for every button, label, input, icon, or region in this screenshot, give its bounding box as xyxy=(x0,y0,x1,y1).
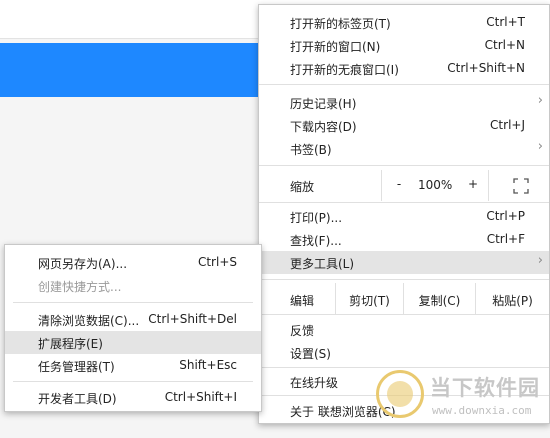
menu-separator xyxy=(259,165,549,166)
chevron-right-icon: › xyxy=(537,139,543,154)
menu-item-label: 打印(P)... xyxy=(290,211,343,225)
cut-label: 剪切(T) xyxy=(349,294,390,308)
menu-row-edit: 编辑 剪切(T) 复制(C) 粘贴(P) xyxy=(259,283,549,314)
menu-item-feedback[interactable]: 反馈 xyxy=(259,318,549,341)
menu-separator xyxy=(259,314,549,315)
menu-item-shortcut: Ctrl+F xyxy=(486,232,525,246)
more-tools-submenu: 网页另存为(A)... Ctrl+S 创建快捷方式... 清除浏览数据(C)..… xyxy=(4,244,262,412)
menu-item-label: 设置(S) xyxy=(290,347,331,361)
menu-item-shortcut: Ctrl+Shift+Del xyxy=(148,312,237,326)
menu-separator xyxy=(259,84,549,85)
menu-separator xyxy=(259,279,549,280)
menu-item-settings[interactable]: 设置(S) xyxy=(259,341,549,364)
menu-separator xyxy=(13,381,253,382)
chevron-right-icon: › xyxy=(537,93,543,108)
menu-item-print[interactable]: 打印(P)... Ctrl+P xyxy=(259,205,549,228)
menu-item-shortcut: Ctrl+T xyxy=(486,15,525,29)
menu-item-extensions[interactable]: 扩展程序(E) xyxy=(5,331,261,354)
zoom-level: 100% xyxy=(418,178,453,192)
menu-item-label: 在线升级 xyxy=(290,376,339,390)
copy-button[interactable]: 复制(C) xyxy=(403,283,475,314)
menu-item-new-incognito[interactable]: 打开新的无痕窗口(I) Ctrl+Shift+N xyxy=(259,57,549,80)
menu-separator xyxy=(13,302,253,303)
menu-item-save-page[interactable]: 网页另存为(A)... Ctrl+S xyxy=(5,251,261,274)
edit-label: 编辑 xyxy=(290,294,315,308)
copy-label: 复制(C) xyxy=(418,294,461,308)
menu-item-create-shortcut: 创建快捷方式... xyxy=(5,274,261,297)
zoom-label: 缩放 xyxy=(290,180,315,194)
menu-item-shortcut: Ctrl+S xyxy=(197,255,237,269)
cut-button[interactable]: 剪切(T) xyxy=(335,283,403,314)
menu-item-shortcut: Ctrl+J xyxy=(490,118,525,132)
paste-button[interactable]: 粘贴(P) xyxy=(475,283,549,314)
menu-row-zoom: 缩放 - 100% + xyxy=(259,170,549,201)
menu-item-clear-data[interactable]: 清除浏览数据(C)... Ctrl+Shift+Del xyxy=(5,308,261,331)
fullscreen-button[interactable] xyxy=(488,170,550,201)
menu-item-shortcut: Ctrl+Shift+I xyxy=(164,390,237,404)
menu-item-history[interactable]: 历史记录(H) › xyxy=(259,91,549,114)
menu-item-new-tab[interactable]: 打开新的标签页(T) Ctrl+T xyxy=(259,11,549,34)
zoom-controls: - 100% + xyxy=(381,170,550,201)
browser-main-menu: 打开新的标签页(T) Ctrl+T 打开新的窗口(N) Ctrl+N 打开新的无… xyxy=(258,4,550,424)
browser-window: 打开新的标签页(T) Ctrl+T 打开新的窗口(N) Ctrl+N 打开新的无… xyxy=(0,0,550,438)
menu-separator xyxy=(259,202,549,203)
menu-item-bookmarks[interactable]: 书签(B) › xyxy=(259,137,549,160)
watermark: 当下软件园 www.downxia.com xyxy=(372,368,548,428)
menu-item-label: 更多工具(L) xyxy=(290,257,355,271)
fullscreen-icon xyxy=(513,178,529,194)
menu-item-shortcut: Ctrl+N xyxy=(484,38,525,52)
menu-item-label: 打开新的标签页(T) xyxy=(290,17,391,31)
menu-item-downloads[interactable]: 下载内容(D) Ctrl+J xyxy=(259,114,549,137)
menu-item-shortcut: Shift+Esc xyxy=(179,358,237,372)
menu-item-label: 任务管理器(T) xyxy=(38,360,115,374)
watermark-logo-icon xyxy=(376,370,424,418)
menu-item-label: 打开新的无痕窗口(I) xyxy=(290,63,399,77)
menu-item-shortcut: Ctrl+Shift+N xyxy=(447,61,525,75)
menu-item-label: 创建快捷方式... xyxy=(38,280,122,294)
menu-item-label: 扩展程序(E) xyxy=(38,337,103,351)
paste-label: 粘贴(P) xyxy=(492,294,533,308)
menu-item-label: 打开新的窗口(N) xyxy=(290,40,381,54)
menu-item-new-window[interactable]: 打开新的窗口(N) Ctrl+N xyxy=(259,34,549,57)
zoom-out-button[interactable]: - xyxy=(392,177,406,191)
menu-item-dev-tools[interactable]: 开发者工具(D) Ctrl+Shift+I xyxy=(5,386,261,409)
menu-item-label: 下载内容(D) xyxy=(290,120,357,134)
menu-item-label: 清除浏览数据(C)... xyxy=(38,314,140,328)
menu-item-task-manager[interactable]: 任务管理器(T) Shift+Esc xyxy=(5,354,261,377)
zoom-in-button[interactable]: + xyxy=(466,177,480,191)
menu-item-find[interactable]: 查找(F)... Ctrl+F xyxy=(259,228,549,251)
menu-item-label: 网页另存为(A)... xyxy=(38,257,128,271)
menu-item-label: 历史记录(H) xyxy=(290,97,357,111)
menu-item-shortcut: Ctrl+P xyxy=(486,209,525,223)
menu-item-label: 反馈 xyxy=(290,324,315,338)
watermark-url: www.downxia.com xyxy=(432,404,532,417)
menu-item-label: 书签(B) xyxy=(290,143,332,157)
watermark-title: 当下软件园 xyxy=(430,376,540,400)
chevron-right-icon: › xyxy=(537,253,543,268)
menu-item-label: 开发者工具(D) xyxy=(38,392,117,406)
menu-item-label: 查找(F)... xyxy=(290,234,342,248)
menu-item-more-tools[interactable]: 更多工具(L) › xyxy=(259,251,549,274)
